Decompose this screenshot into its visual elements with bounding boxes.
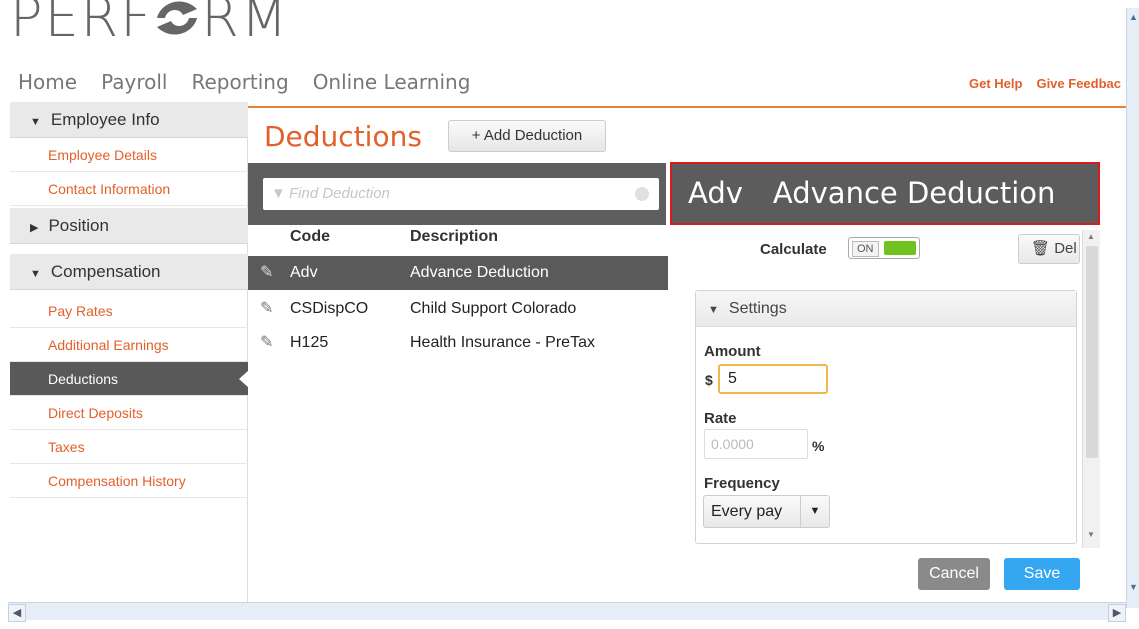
scroll-down-icon[interactable]: ▼: [1087, 530, 1095, 539]
sidebar-section-position[interactable]: ▶ Position: [10, 208, 248, 244]
clear-search-icon[interactable]: [635, 187, 649, 201]
row-description: Health Insurance - PreTax: [410, 334, 595, 351]
sidebar-section-employee-info[interactable]: ▼ Employee Info: [10, 102, 248, 138]
sidebar-item-taxes[interactable]: Taxes: [10, 430, 248, 464]
add-deduction-button[interactable]: + Add Deduction: [448, 120, 606, 152]
deduction-detail-header: Adv Advance Deduction: [670, 162, 1100, 225]
page-title: Deductions: [264, 120, 422, 153]
currency-symbol: $: [705, 372, 713, 388]
sidebar-item-employee-details[interactable]: Employee Details: [10, 138, 248, 172]
calculate-toggle[interactable]: ON: [848, 237, 920, 259]
column-header-code[interactable]: Code: [290, 228, 330, 246]
scroll-up-icon[interactable]: ▲: [1087, 232, 1095, 241]
table-row[interactable]: ✎ H125 Health Insurance - PreTax: [248, 326, 668, 360]
sidebar-item-deductions[interactable]: Deductions: [10, 362, 249, 396]
detail-name: Advance Deduction: [772, 176, 1056, 210]
top-links: Get Help Give Feedbac: [969, 76, 1121, 91]
sidebar-item-contact-information[interactable]: Contact Information: [10, 172, 248, 206]
trash-icon: 🗑: [1031, 240, 1051, 257]
sidebar-item-compensation-history[interactable]: Compensation History: [10, 464, 248, 498]
column-header-description[interactable]: Description: [410, 228, 498, 246]
search-input[interactable]: ▼ Find Deduction: [263, 178, 659, 210]
triangle-right-icon: ▶: [30, 222, 39, 234]
plus-icon: +: [471, 127, 481, 144]
frequency-select[interactable]: Every pay ▼: [703, 495, 830, 528]
pencil-icon: ✎: [260, 300, 274, 317]
nav-online-learning[interactable]: Online Learning: [313, 70, 471, 94]
rate-unit: %: [812, 438, 825, 454]
nav-payroll[interactable]: Payroll: [101, 70, 167, 94]
toggle-indicator: [884, 241, 916, 255]
logo-swirl-icon: [157, 1, 198, 35]
scroll-down-icon[interactable]: ▼: [1129, 582, 1138, 592]
pencil-icon: ✎: [260, 264, 274, 281]
rate-label: Rate: [704, 410, 737, 427]
main-nav: Home Payroll Reporting Online Learning: [18, 70, 494, 94]
row-code: H125: [290, 334, 329, 351]
window-vertical-scrollbar[interactable]: ▲ ▼: [1126, 8, 1139, 608]
save-button[interactable]: Save: [1004, 558, 1080, 590]
frequency-label: Frequency: [704, 475, 780, 492]
row-code: CSDispCO: [290, 300, 369, 317]
sidebar-item-direct-deposits[interactable]: Direct Deposits: [10, 396, 248, 430]
perform-logo: PERF RM: [10, 0, 289, 49]
get-help-link[interactable]: Get Help: [969, 76, 1022, 91]
give-feedback-link[interactable]: Give Feedbac: [1036, 76, 1121, 91]
nav-reporting[interactable]: Reporting: [191, 70, 288, 94]
scroll-up-icon[interactable]: ▲: [1129, 12, 1138, 22]
row-description: Advance Deduction: [410, 264, 549, 281]
cancel-button[interactable]: Cancel: [918, 558, 990, 590]
amount-input[interactable]: 5: [718, 364, 828, 394]
row-code: Adv: [290, 264, 318, 281]
table-row[interactable]: ✎ Adv Advance Deduction: [248, 256, 668, 290]
sidebar-section-compensation[interactable]: ▼ Compensation: [10, 254, 248, 290]
triangle-down-icon: ▼: [30, 268, 41, 280]
detail-scrollbar[interactable]: ▲ ▼: [1082, 230, 1100, 548]
table-row[interactable]: ✎ CSDispCO Child Support Colorado: [248, 292, 668, 326]
pencil-icon: ✎: [260, 334, 274, 351]
detail-code: Adv: [688, 176, 743, 210]
sidebar: ▼ Employee Info Employee Details Contact …: [10, 102, 249, 602]
sidebar-item-pay-rates[interactable]: Pay Rates: [10, 294, 248, 328]
triangle-down-icon: ▼: [708, 304, 719, 316]
calculate-label: Calculate: [760, 241, 827, 258]
settings-header[interactable]: ▼ Settings: [696, 291, 1076, 327]
amount-label: Amount: [704, 343, 761, 360]
triangle-down-icon: ▼: [30, 116, 41, 128]
row-description: Child Support Colorado: [410, 300, 577, 317]
sidebar-item-additional-earnings[interactable]: Additional Earnings: [10, 328, 248, 362]
delete-button[interactable]: 🗑 Del: [1018, 234, 1080, 264]
window-horizontal-scrollbar[interactable]: ◀ ▶: [8, 602, 1126, 622]
nav-home[interactable]: Home: [18, 70, 77, 94]
toggle-state-label: ON: [852, 241, 879, 257]
chevron-down-icon: ▼: [800, 496, 829, 527]
scroll-right-icon[interactable]: ▶: [1108, 604, 1126, 622]
rate-input[interactable]: 0.0000: [704, 429, 808, 459]
scroll-thumb[interactable]: [1086, 246, 1098, 458]
filter-icon: ▼: [271, 185, 286, 202]
scroll-left-icon[interactable]: ◀: [8, 604, 26, 622]
